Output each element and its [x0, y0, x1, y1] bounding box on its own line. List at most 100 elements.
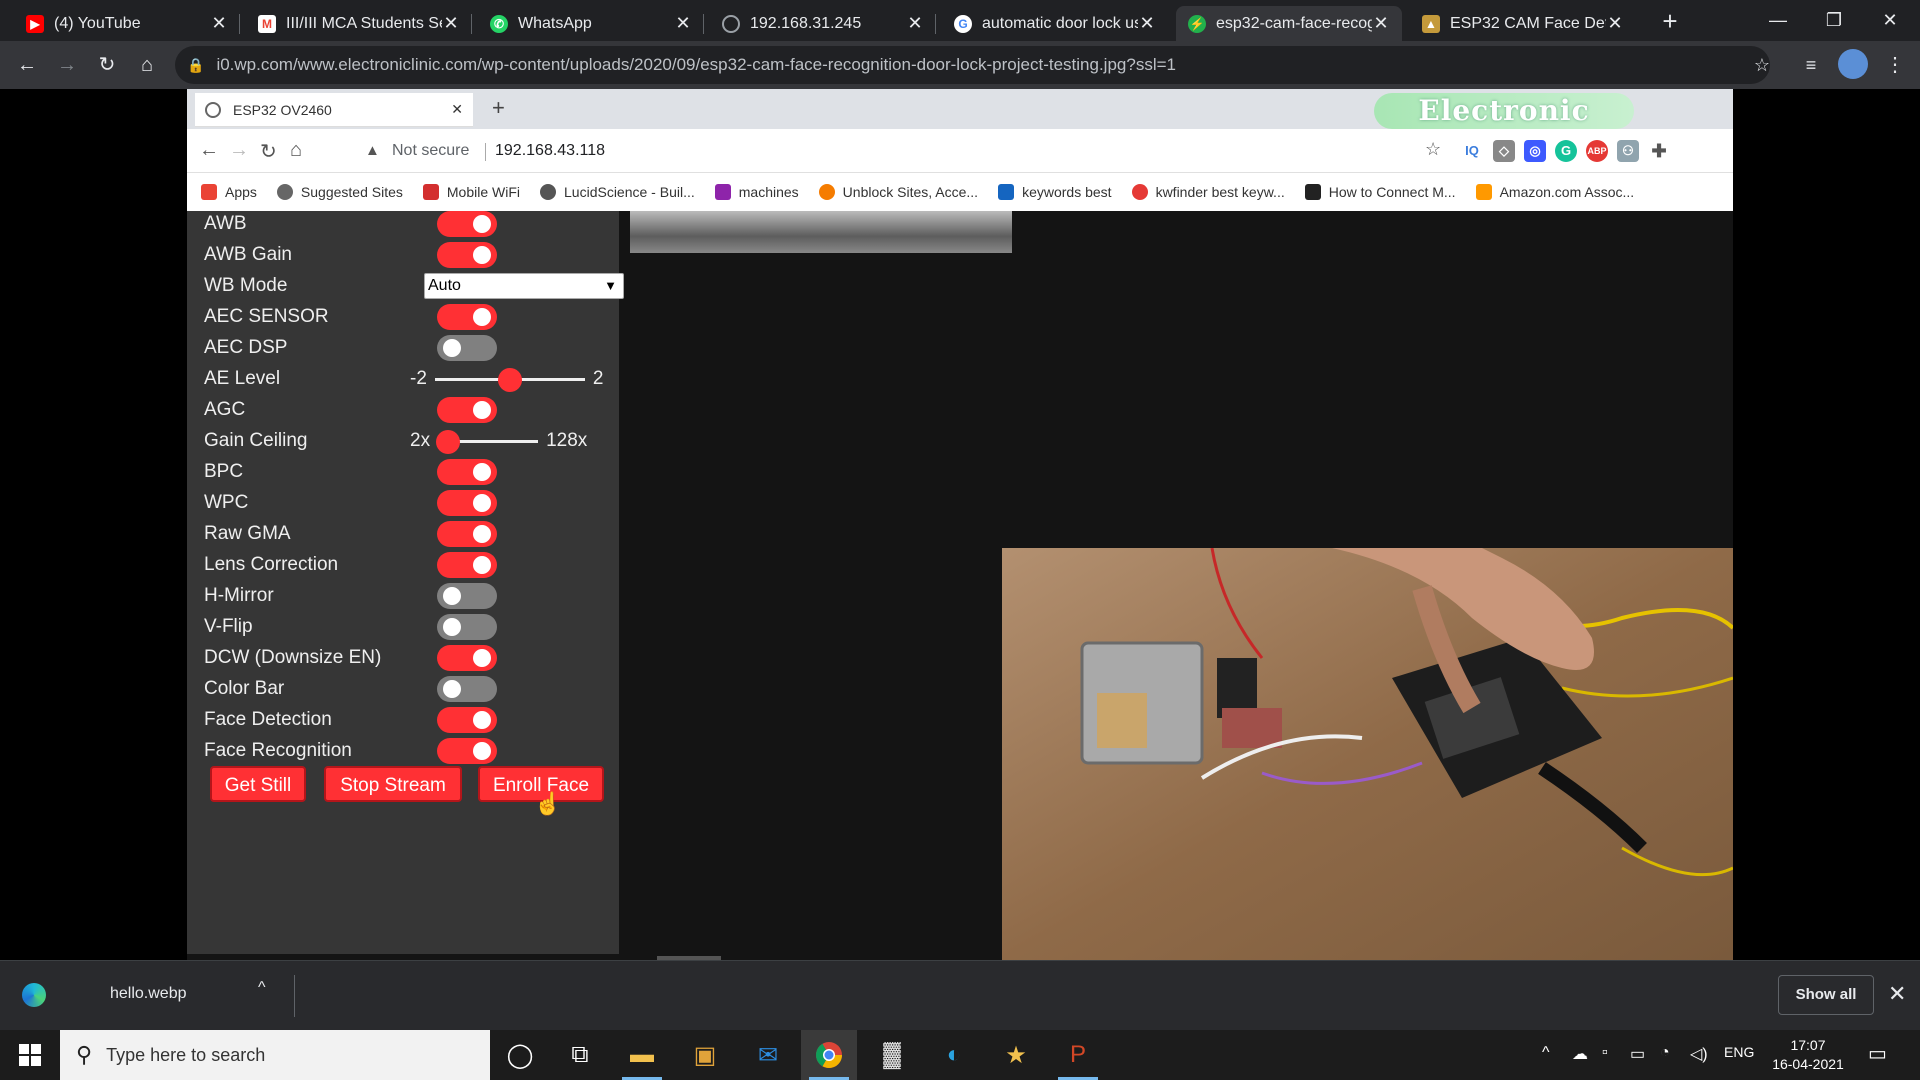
lens-correction-toggle — [437, 552, 497, 578]
bookmark-kwfinder: kwfinder best keyw... — [1131, 184, 1285, 200]
bookmark-star-icon[interactable]: ☆ — [1747, 50, 1777, 80]
tab-youtube[interactable]: ▶ (4) YouTube ✕ — [14, 6, 240, 41]
bpc-toggle — [437, 459, 497, 485]
clock[interactable]: 17:07 16-04-2021 — [1768, 1036, 1848, 1074]
minimize-button[interactable]: — — [1750, 0, 1806, 40]
clock-date: 16-04-2021 — [1772, 1056, 1844, 1072]
chevron-up-icon[interactable]: ^ — [258, 979, 266, 997]
globe-icon — [540, 184, 557, 200]
adblock-icon: ABP — [1586, 140, 1608, 162]
language-indicator[interactable]: ENG — [1724, 1044, 1754, 1060]
chrome-icon[interactable] — [801, 1030, 857, 1080]
gain-ceiling-slider: 2x 128x — [410, 429, 587, 454]
device-icon[interactable]: ▫ — [1602, 1044, 1608, 1062]
profile-avatar[interactable] — [1838, 49, 1868, 79]
onedrive-icon[interactable]: ☁ — [1572, 1044, 1588, 1064]
forward-icon: → — [229, 139, 249, 161]
battery-icon[interactable]: ▭ — [1630, 1044, 1645, 1064]
show-all-button[interactable]: Show all — [1778, 975, 1874, 1015]
inner-address-bar: ← → ↻ ⌂ ▲ Not secure 192.168.43.118 ☆ IQ… — [187, 129, 1733, 173]
ae-level-slider: -2 2 — [410, 367, 603, 392]
forward-button[interactable]: → — [52, 50, 82, 80]
face-recognition-toggle — [437, 738, 497, 764]
new-tab-button[interactable]: + — [1655, 6, 1685, 36]
youtube-icon: ▶ — [26, 14, 44, 33]
setting-gain-ceiling: Gain Ceiling 2x 128x — [204, 426, 604, 456]
start-button[interactable] — [0, 1030, 60, 1080]
home-button[interactable]: ⌂ — [132, 50, 162, 80]
close-window-button[interactable]: ✕ — [1862, 0, 1918, 40]
kwfinder-icon — [1131, 184, 1148, 200]
globe-icon — [205, 101, 221, 118]
setting-color-bar: Color Bar — [204, 674, 604, 704]
lock-icon[interactable]: 🔒 — [187, 57, 204, 74]
setting-agc: AGC — [204, 395, 604, 425]
tag-extension-icon: ◇ — [1493, 140, 1515, 162]
taskbar-search[interactable]: ⚲ Type here to search — [60, 1030, 490, 1080]
app-icon[interactable]: ▓ — [864, 1030, 920, 1080]
setting-face-detection: Face Detection — [204, 705, 604, 735]
setting-wb-mode: WB Mode Auto ▼ — [204, 271, 624, 301]
v-flip-toggle — [437, 614, 497, 640]
volume-icon[interactable]: ◁) — [1690, 1044, 1708, 1064]
file-explorer-icon[interactable]: ▬ — [614, 1030, 670, 1080]
menu-icon[interactable]: ⋮ — [1880, 50, 1910, 80]
store-icon[interactable]: ▣ — [677, 1030, 733, 1080]
agc-toggle — [437, 397, 497, 423]
powerpoint-icon[interactable]: P — [1050, 1030, 1106, 1080]
site-icon: ▲ — [1422, 14, 1440, 33]
tab-title: ESP32 CAM Face Detec — [1450, 14, 1606, 32]
close-tab-icon[interactable]: ✕ — [442, 13, 460, 34]
download-filename[interactable]: hello.webp — [110, 985, 187, 1003]
tab-whatsapp[interactable]: ✆ WhatsApp ✕ — [478, 6, 704, 41]
url-text: i0.wp.com/www.electroniclinic.com/wp-con… — [216, 55, 1176, 74]
task-view-icon[interactable]: ⧉ — [552, 1030, 608, 1080]
setting-awb: AWB — [204, 209, 604, 239]
camera-settings-panel: AWB AWB Gain WB Mode Auto ▼ AEC SENSOR AEC… — [187, 209, 624, 954]
media-control-icon[interactable]: ≡ — [1796, 50, 1826, 80]
restore-button[interactable]: ❐ — [1806, 0, 1862, 40]
close-tab-icon[interactable]: ✕ — [210, 13, 228, 34]
keywords-icon — [998, 184, 1015, 200]
star-app-icon[interactable]: ★ — [988, 1030, 1044, 1080]
setting-face-recognition: Face Recognition — [204, 736, 604, 766]
warning-icon: ▲ — [365, 142, 380, 159]
notifications-icon[interactable]: ▭ — [1868, 1041, 1887, 1066]
tray-chevron-up-icon[interactable]: ^ — [1542, 1044, 1550, 1062]
address-bar[interactable]: 🔒 i0.wp.com/www.electroniclinic.com/wp-c… — [175, 46, 1770, 84]
tab-esp32-image[interactable]: ⚡ esp32-cam-face-recog ✕ — [1176, 6, 1402, 41]
bookmark-amazon: Amazon.com Assoc... — [1475, 184, 1634, 200]
cortana-icon[interactable]: ◯ — [492, 1030, 548, 1080]
close-icon: ✕ — [451, 101, 463, 117]
home-icon: ⌂ — [290, 139, 303, 161]
tab-esp32-face-detect[interactable]: ▲ ESP32 CAM Face Detec ✕ — [1410, 6, 1636, 41]
close-tab-icon[interactable]: ✕ — [1138, 13, 1156, 34]
setting-dcw: DCW (Downsize EN) — [204, 643, 604, 673]
bookmark-keywords: keywords best — [998, 184, 1112, 200]
leaf-icon: ⚡ — [1188, 14, 1206, 33]
edge-icon[interactable]: ◐ — [926, 1030, 982, 1080]
close-tab-icon[interactable]: ✕ — [906, 13, 924, 34]
reload-button[interactable]: ↻ — [92, 50, 122, 80]
mouse-cursor-icon: ☝ — [534, 791, 562, 816]
close-downloads-icon[interactable]: ✕ — [1888, 981, 1906, 1007]
tab-local-ip[interactable]: 192.168.31.245 ✕ — [710, 6, 936, 41]
mail-icon[interactable]: ✉ — [740, 1030, 796, 1080]
close-tab-icon[interactable]: ✕ — [674, 13, 692, 34]
amazon-icon — [1475, 184, 1492, 200]
wifi-icon[interactable]: ◔ — [1660, 1044, 1670, 1062]
get-still-button: Get Still — [210, 766, 306, 802]
setting-aec-sensor: AEC SENSOR — [204, 302, 604, 332]
tab-google-search[interactable]: G automatic door lock us ✕ — [942, 6, 1168, 41]
close-tab-icon[interactable]: ✕ — [1606, 13, 1624, 34]
h-mirror-toggle — [437, 583, 497, 609]
tab-gmail[interactable]: M III/III MCA Students Sec ✕ — [246, 6, 472, 41]
not-secure-label: Not secure — [392, 142, 470, 159]
tab-title: WhatsApp — [518, 14, 592, 32]
stream-preview-strip — [630, 211, 1012, 253]
chevron-down-icon: ▼ — [604, 278, 617, 293]
back-button[interactable]: ← — [12, 50, 42, 80]
close-tab-icon[interactable]: ✕ — [1372, 13, 1390, 34]
bookmark-machines: machines — [714, 184, 799, 200]
inner-url: 192.168.43.118 — [495, 142, 606, 159]
